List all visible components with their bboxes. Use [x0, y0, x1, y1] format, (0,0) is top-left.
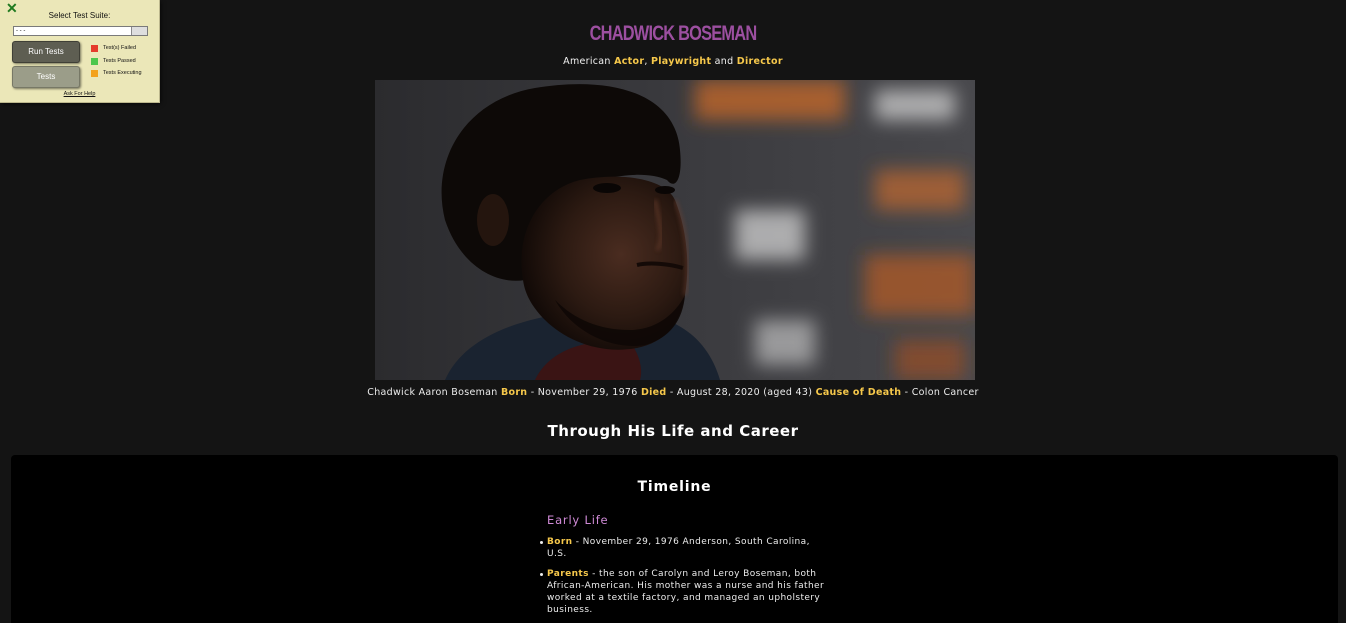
ask-for-help-link[interactable]: Ask For Help: [0, 91, 159, 97]
timeline-item-label: Born: [547, 537, 573, 547]
legend-failed: Test(s) Failed: [91, 45, 136, 52]
caption-cause-value: - Colon Cancer: [904, 387, 979, 398]
subtitle: American Actor, Playwright and Director: [0, 56, 1346, 67]
caption-name: Chadwick Aaron Boseman: [367, 387, 498, 398]
test-suite-select[interactable]: - - -: [13, 26, 148, 36]
list-item: Born - November 29, 1976 Anderson, South…: [540, 536, 832, 560]
legend-failed-label: Test(s) Failed: [103, 45, 137, 51]
legend-passed-label: Tests Passed: [103, 58, 136, 64]
image-caption: Chadwick Aaron Boseman Born - November 2…: [0, 387, 1346, 398]
timeline-item-text: - November 29, 1976 Anderson, South Caro…: [547, 537, 810, 559]
subtitle-prefix: American: [563, 56, 611, 67]
caption-died-value: - August 28, 2020 (aged 43): [669, 387, 813, 398]
timeline-item-label: Parents: [547, 569, 589, 579]
timeline-item-text: - the son of Carolyn and Leroy Boseman, …: [547, 569, 825, 615]
role-playwright: Playwright: [650, 56, 712, 67]
role-actor: Actor: [614, 56, 645, 67]
list-item: Parents - the son of Carolyn and Leroy B…: [540, 568, 832, 616]
portrait-illustration: [375, 80, 975, 380]
legend-passed: Tests Passed: [91, 58, 136, 65]
timeline-list: Born - November 29, 1976 Anderson, South…: [540, 536, 832, 623]
caption-born-value: - November 29, 1976: [530, 387, 638, 398]
tests-button[interactable]: Tests: [12, 66, 80, 88]
hero-image: [375, 80, 975, 380]
page: ✕ Select Test Suite: - - - Run Tests Tes…: [0, 0, 1346, 623]
passed-swatch: [91, 58, 98, 65]
caption-cause-label: Cause of Death: [815, 387, 902, 398]
timeline-section: Timeline Early Life Born - November 29, …: [11, 455, 1338, 623]
role-director: Director: [736, 56, 783, 67]
section-heading: Through His Life and Career: [547, 422, 799, 440]
executing-swatch: [91, 70, 98, 77]
early-life-heading: Early Life: [547, 513, 609, 527]
caption-born-label: Born: [500, 387, 528, 398]
test-suite-select-value: - - -: [16, 28, 26, 34]
subtitle-and: and: [714, 56, 734, 67]
timeline-heading: Timeline: [637, 479, 712, 495]
subtitle-separator: ,: [644, 56, 648, 67]
run-tests-button[interactable]: Run Tests: [12, 41, 80, 63]
test-suite-panel: ✕ Select Test Suite: - - - Run Tests Tes…: [0, 0, 160, 103]
page-title: CHADWICK BOSEMAN: [589, 22, 758, 45]
chevron-down-icon[interactable]: [131, 27, 147, 35]
legend-executing-label: Tests Executing: [103, 70, 142, 76]
failed-swatch: [91, 45, 98, 52]
caption-died-label: Died: [640, 387, 667, 398]
legend-executing: Tests Executing: [91, 70, 142, 77]
test-suite-title: Select Test Suite:: [48, 11, 111, 20]
